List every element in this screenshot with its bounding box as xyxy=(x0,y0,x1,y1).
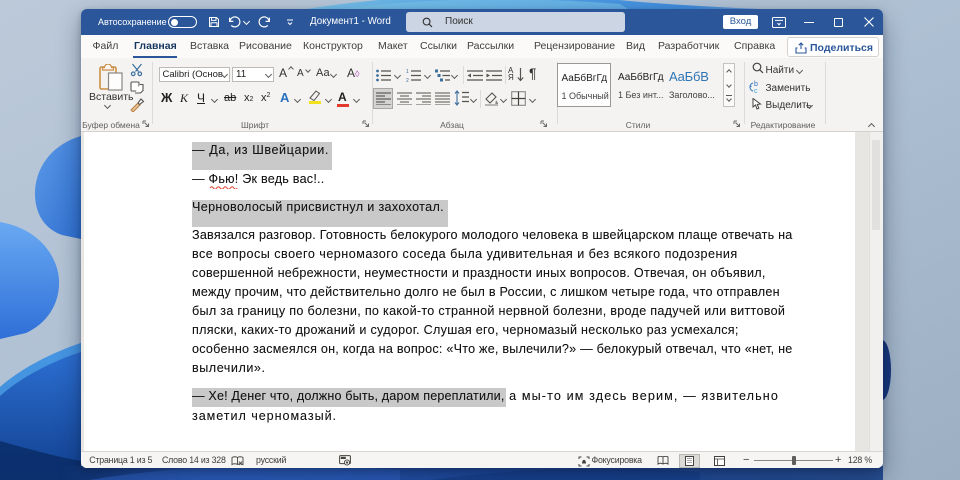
svg-text:1: 1 xyxy=(406,69,409,75)
svg-text:c: c xyxy=(754,88,758,93)
svg-text:2: 2 xyxy=(406,78,409,82)
svg-text:b: b xyxy=(754,81,758,88)
